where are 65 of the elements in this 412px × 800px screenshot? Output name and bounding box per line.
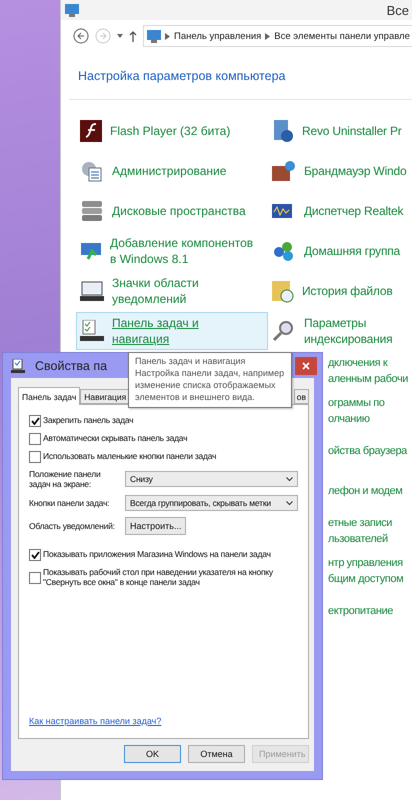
caret-icon: [286, 500, 293, 506]
checkbox[interactable]: [29, 433, 41, 445]
control-panel-item[interactable]: Параметры индексирования: [268, 312, 412, 350]
disk-stack-icon: [80, 199, 104, 223]
dialog-button[interactable]: OK: [124, 745, 181, 763]
screen-icon: [80, 280, 104, 302]
dropdown[interactable]: Снизу: [125, 471, 298, 487]
close-button[interactable]: [295, 356, 317, 374]
window-title: Все: [386, 2, 409, 18]
control-panel-item[interactable]: История файлов: [268, 272, 412, 310]
control-panel-item[interactable]: Домашняя группа: [268, 232, 412, 270]
checkbox[interactable]: [29, 451, 41, 463]
help-link[interactable]: Как настраивать панели задач?: [29, 716, 298, 726]
control-panel-icon: [65, 4, 79, 16]
address-field[interactable]: Панель управления Все элементы панели управле: [143, 25, 412, 47]
caret-icon[interactable]: [117, 34, 123, 38]
checkbox-label: Автоматически скрывать панель задач: [43, 433, 188, 443]
checklist-icon: [80, 320, 104, 342]
tab[interactable]: ов: [294, 389, 309, 404]
spheres-icon: [272, 240, 296, 262]
control-panel-item[interactable]: Значки области уведомлений: [76, 272, 268, 310]
square-logo-icon: [80, 120, 102, 142]
dropdown[interactable]: Всегда группировать, скрывать метки: [125, 495, 298, 511]
wall-globe-icon: [272, 160, 296, 182]
field-label: Область уведомлений:: [29, 521, 116, 531]
checklist-icon: [11, 358, 25, 372]
monitor-arrow-icon: [80, 241, 102, 261]
field-label: Кнопки панели задач:: [29, 498, 110, 508]
magnifier-icon: [272, 320, 296, 342]
breadcrumb[interactable]: Все элементы панели управле: [274, 30, 410, 42]
installer-icon: [272, 119, 294, 143]
page-heading: Настройка параметров компьютера: [78, 69, 286, 83]
control-panel-item[interactable]: Дисковые пространства: [76, 192, 268, 230]
breadcrumb[interactable]: Панель управления: [174, 30, 262, 42]
control-panel-item[interactable]: Панель задач и навигация: [76, 312, 268, 350]
control-panel-item[interactable]: Flash Player (32 бита): [76, 112, 268, 150]
customize-button[interactable]: Настроить...: [125, 517, 186, 535]
tab[interactable]: Навигация: [80, 389, 130, 404]
gear-list-icon: [80, 160, 104, 182]
tooltip-title: Панель задач и навигация: [135, 355, 246, 367]
close-icon: [302, 362, 310, 370]
checkbox-label: Использовать маленькие кнопки панели задач: [43, 451, 216, 461]
checkbox[interactable]: [29, 415, 41, 427]
caret-icon: [286, 476, 293, 482]
field-label: Положение панели задач на экране:: [29, 469, 102, 489]
dialog-button[interactable]: Отмена: [188, 745, 245, 763]
tooltip-text: Настройка панели задач, например изменение списка отображаемых элементов и внешнего вида.: [135, 367, 285, 403]
tab[interactable]: Панель задач: [18, 387, 80, 405]
control-panel-icon: [147, 30, 161, 42]
control-panel-item[interactable]: Добавление компонентов в Windows 8.1: [76, 232, 268, 270]
checkbox-label: Показывать приложения Магазина Windows на панели задач: [43, 549, 271, 559]
dialog-title: Свойства па: [35, 358, 108, 372]
folder-clock-icon: [272, 279, 294, 303]
control-panel-item[interactable]: Диспетчер Realtek: [268, 192, 412, 230]
chevron-right-icon: [265, 32, 270, 40]
checkbox[interactable]: [29, 572, 41, 584]
back-icon[interactable]: [73, 28, 89, 44]
control-panel-item[interactable]: Revo Uninstaller Pr: [268, 112, 412, 150]
checkbox[interactable]: [29, 549, 41, 561]
control-panel-item[interactable]: Брандмауэр Windo: [268, 152, 412, 190]
control-panel-item[interactable]: Администрирование: [76, 152, 268, 190]
chevron-right-icon: [165, 32, 170, 40]
checkbox-label: Показывать рабочий стол при наведении указателя на кнопку "Свернуть все окна" в конце панели задач: [43, 567, 273, 587]
checkbox-label: Закрепить панель задач: [43, 415, 134, 425]
up-arrow-icon[interactable]: [129, 30, 137, 42]
